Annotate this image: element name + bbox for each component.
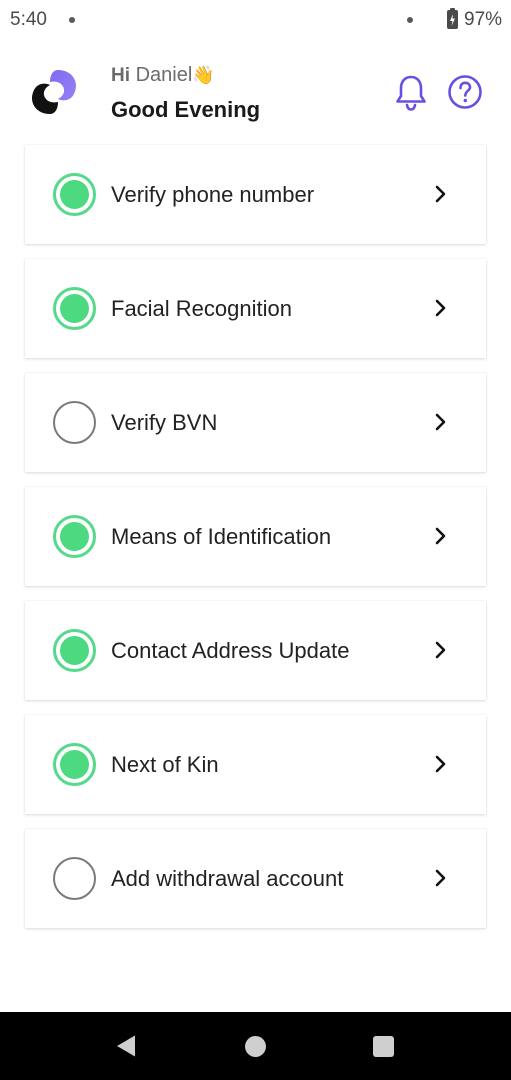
checklist-item-add-withdrawal-account[interactable]: Add withdrawal account — [25, 829, 486, 928]
chevron-right-icon — [435, 413, 446, 431]
checklist-item-label: Add withdrawal account — [111, 866, 344, 891]
header: Hi Daniel👋 Good Evening — [0, 52, 511, 136]
checklist-item-verify-phone[interactable]: Verify phone number — [25, 145, 486, 244]
completed-status-icon — [53, 629, 96, 672]
completed-status-icon — [53, 173, 96, 216]
notification-dot-icon — [69, 17, 75, 23]
checklist-item-label: Means of Identification — [111, 524, 332, 549]
incomplete-status-icon — [53, 401, 96, 444]
checklist-item-label: Facial Recognition — [111, 296, 292, 321]
chevron-right-icon — [435, 869, 446, 887]
completed-status-icon — [53, 743, 96, 786]
completed-status-icon — [53, 515, 96, 558]
home-icon[interactable] — [245, 1036, 266, 1057]
checklist-item-means-of-identification[interactable]: Means of Identification — [25, 487, 486, 586]
checklist-item-next-of-kin[interactable]: Next of Kin — [25, 715, 486, 814]
chevron-right-icon — [435, 527, 446, 545]
chevron-right-icon — [435, 299, 446, 317]
checklist-item-facial-recognition[interactable]: Facial Recognition — [25, 259, 486, 358]
status-time: 5:40 — [10, 9, 47, 30]
checklist-item-label: Contact Address Update — [111, 638, 350, 663]
checklist-item-label: Verify phone number — [111, 182, 315, 207]
checklist-item-label: Verify BVN — [111, 410, 218, 435]
recent-apps-icon[interactable] — [373, 1036, 394, 1057]
help-icon[interactable] — [446, 72, 484, 112]
verification-checklist: Verify phone number Facial Recognition V… — [25, 145, 486, 943]
logo-icon — [28, 66, 80, 118]
greeting: Hi Daniel👋 — [111, 64, 215, 87]
chevron-right-icon — [435, 185, 446, 203]
bell-icon[interactable] — [392, 72, 430, 112]
wave-emoji-icon: 👋 — [192, 65, 215, 85]
checklist-item-label: Next of Kin — [111, 752, 219, 777]
user-name: Daniel — [135, 64, 193, 86]
notification-dot-icon — [407, 17, 413, 23]
time-of-day-greeting: Good Evening — [111, 97, 261, 122]
incomplete-status-icon — [53, 857, 96, 900]
checklist-item-verify-bvn[interactable]: Verify BVN — [25, 373, 486, 472]
completed-status-icon — [53, 287, 96, 330]
greeting-prefix: Hi — [111, 65, 130, 86]
checklist-item-contact-address[interactable]: Contact Address Update — [25, 601, 486, 700]
chevron-right-icon — [435, 755, 446, 773]
back-icon[interactable] — [115, 1034, 137, 1058]
battery-percentage: 97% — [464, 9, 503, 30]
battery-icon — [447, 8, 458, 29]
system-navigation-bar — [0, 1012, 511, 1080]
status-bar: 5:40 97% — [0, 0, 511, 42]
chevron-right-icon — [435, 641, 446, 659]
